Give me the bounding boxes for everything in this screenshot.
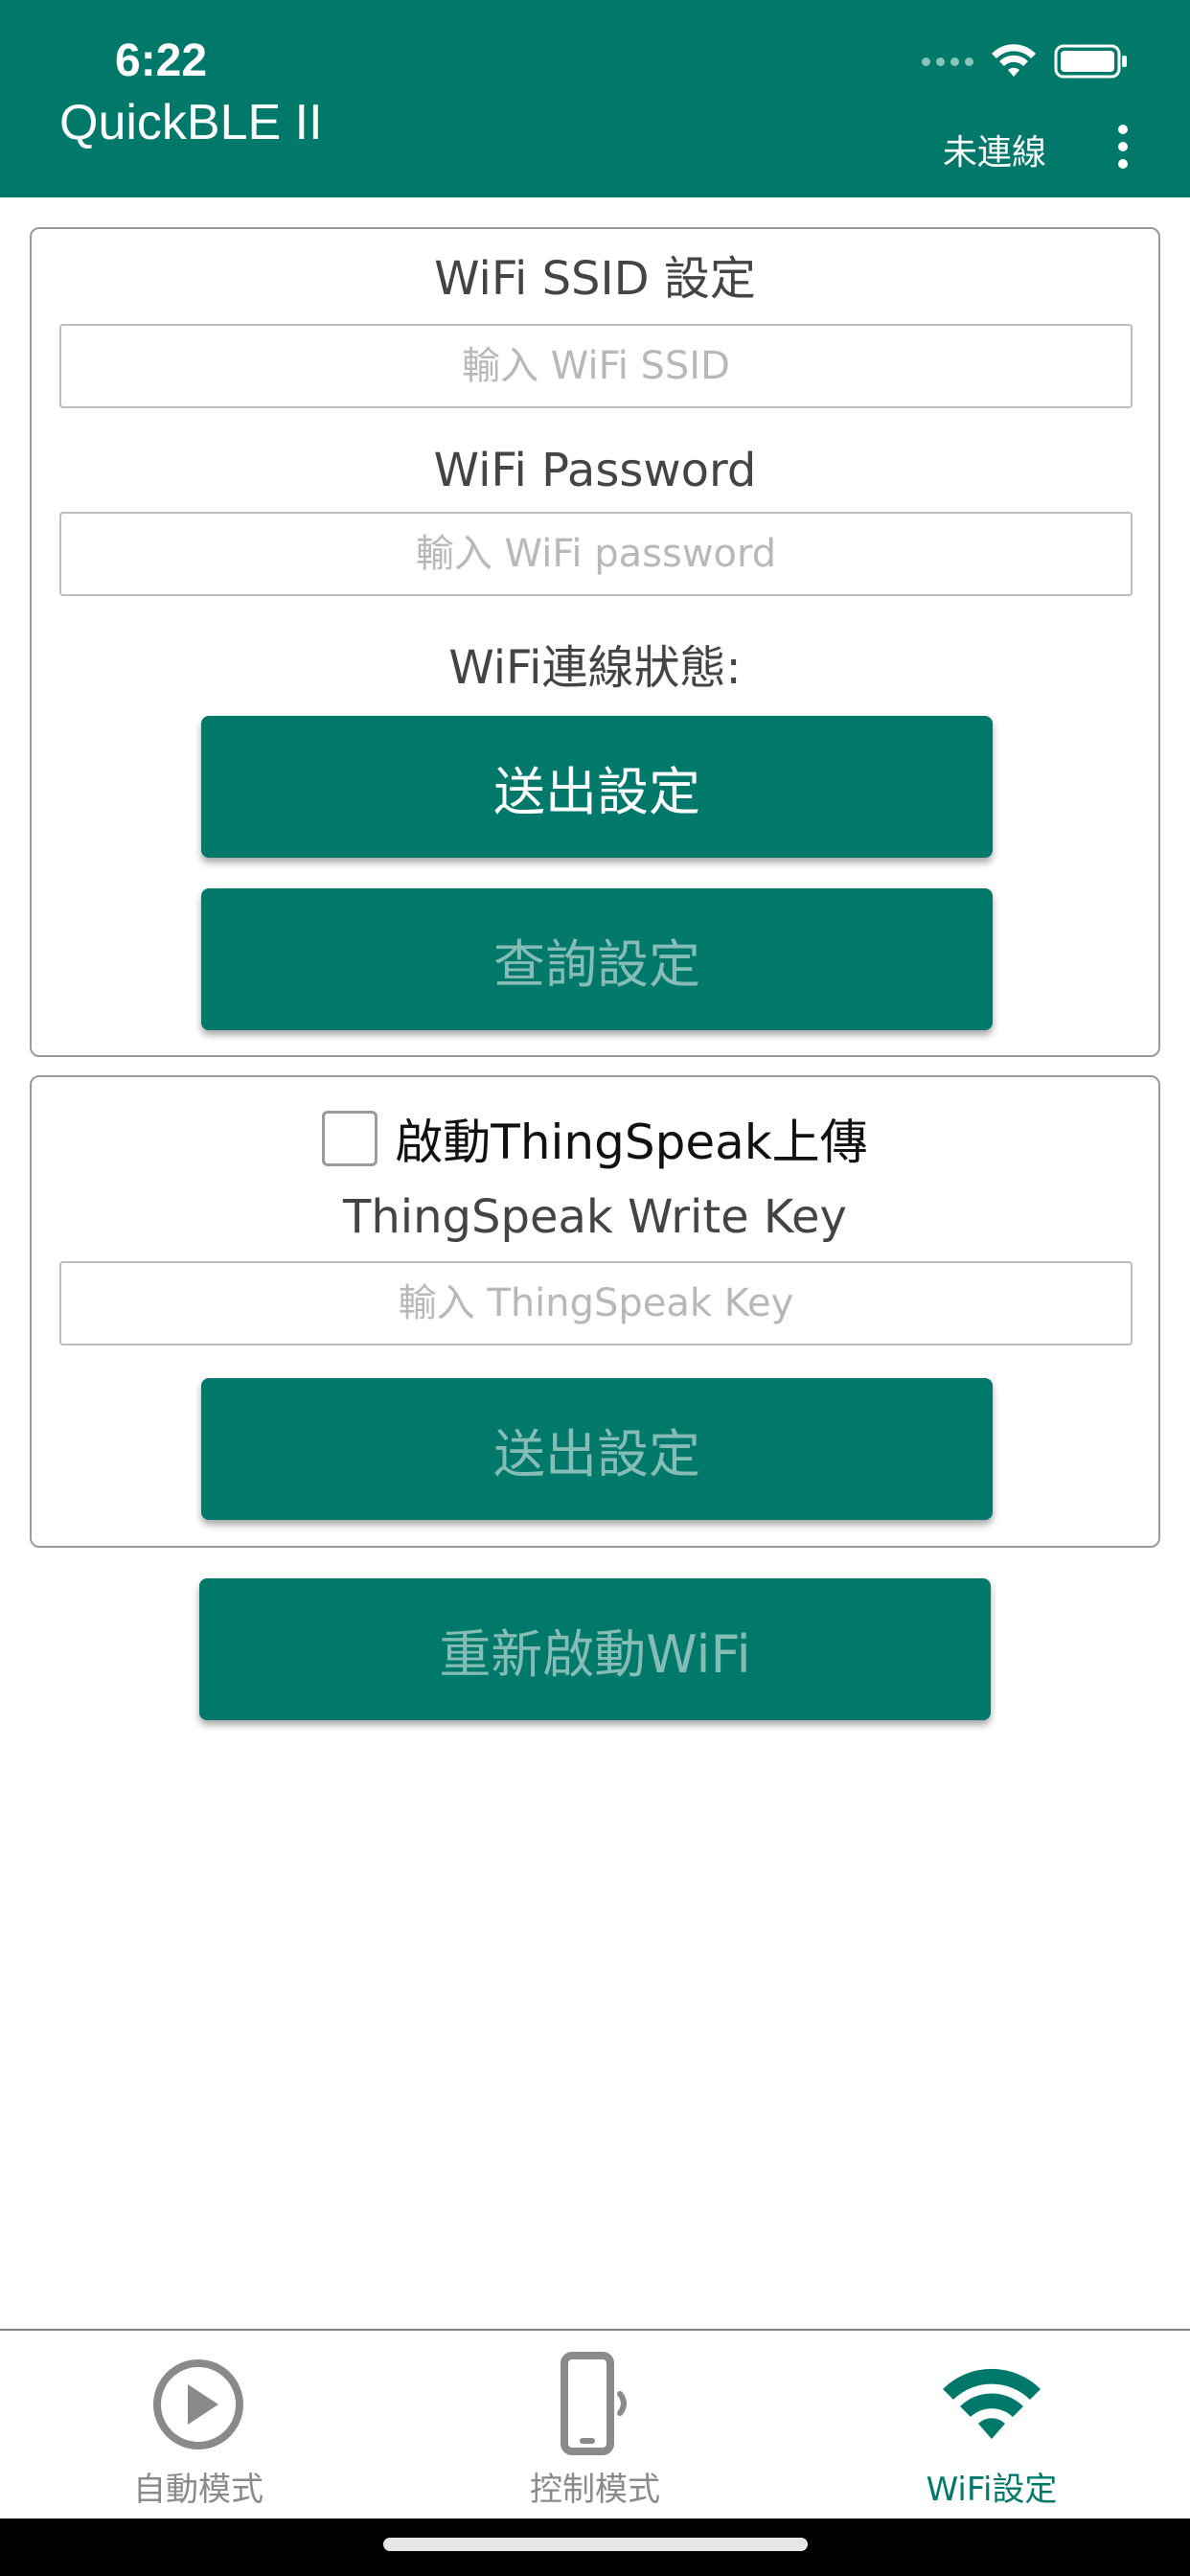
send-wifi-settings-button[interactable]: 送出設定 — [201, 716, 993, 858]
app-title: QuickBLE II — [59, 95, 323, 150]
cellular-signal-icon — [922, 57, 973, 66]
battery-icon — [1054, 44, 1127, 79]
thingspeak-key-label: ThingSpeak Write Key — [343, 1190, 847, 1244]
password-input[interactable] — [59, 512, 1133, 596]
password-label: WiFi Password — [433, 444, 757, 497]
status-time: 6:22 — [115, 35, 208, 86]
thingspeak-enable-row: 啟動ThingSpeak上傳 — [32, 1104, 1158, 1173]
send-thingspeak-settings-button[interactable]: 送出設定 — [201, 1378, 993, 1520]
wifi-icon — [939, 2352, 1044, 2457]
thingspeak-enable-checkbox[interactable] — [322, 1111, 378, 1166]
ssid-input[interactable] — [59, 324, 1133, 408]
wifi-settings-card: WiFi SSID 設定 WiFi Password WiFi連線狀態: 送出設… — [30, 227, 1160, 1057]
wifi-status-icon — [992, 44, 1036, 77]
more-vertical-icon[interactable] — [1104, 125, 1142, 169]
wifi-status-label: WiFi連線狀態: — [448, 641, 742, 695]
connection-status[interactable]: 未連線 — [943, 125, 1046, 174]
status-icons — [922, 44, 1129, 79]
tab-label-wifi-settings: WiFi設定 — [926, 2471, 1058, 2509]
tab-auto-mode[interactable]: 自動模式 — [0, 2331, 397, 2518]
tab-control-mode[interactable]: 控制模式 — [397, 2331, 793, 2518]
thingspeak-key-input[interactable] — [59, 1261, 1133, 1346]
restart-wifi-button[interactable]: 重新啟動WiFi — [199, 1578, 991, 1720]
phone-vibrate-icon — [542, 2352, 648, 2457]
tab-wifi-settings[interactable]: WiFi設定 — [793, 2331, 1190, 2518]
ssid-label: WiFi SSID 設定 — [434, 252, 756, 306]
tab-label-control-mode: 控制模式 — [530, 2471, 660, 2509]
thingspeak-card: 啟動ThingSpeak上傳 ThingSpeak Write Key 送出設定 — [30, 1075, 1160, 1548]
app-header: 6:22 QuickBLE II 未連線 — [0, 0, 1190, 197]
thingspeak-enable-label: 啟動ThingSpeak上傳 — [395, 1115, 868, 1170]
bottom-tab-bar: 自動模式 控制模式 WiFi設定 — [0, 2329, 1190, 2518]
query-settings-button[interactable]: 查詢設定 — [201, 888, 993, 1030]
play-circle-icon — [146, 2352, 251, 2457]
home-indicator[interactable] — [383, 2538, 808, 2551]
tab-label-auto-mode: 自動模式 — [133, 2471, 263, 2509]
